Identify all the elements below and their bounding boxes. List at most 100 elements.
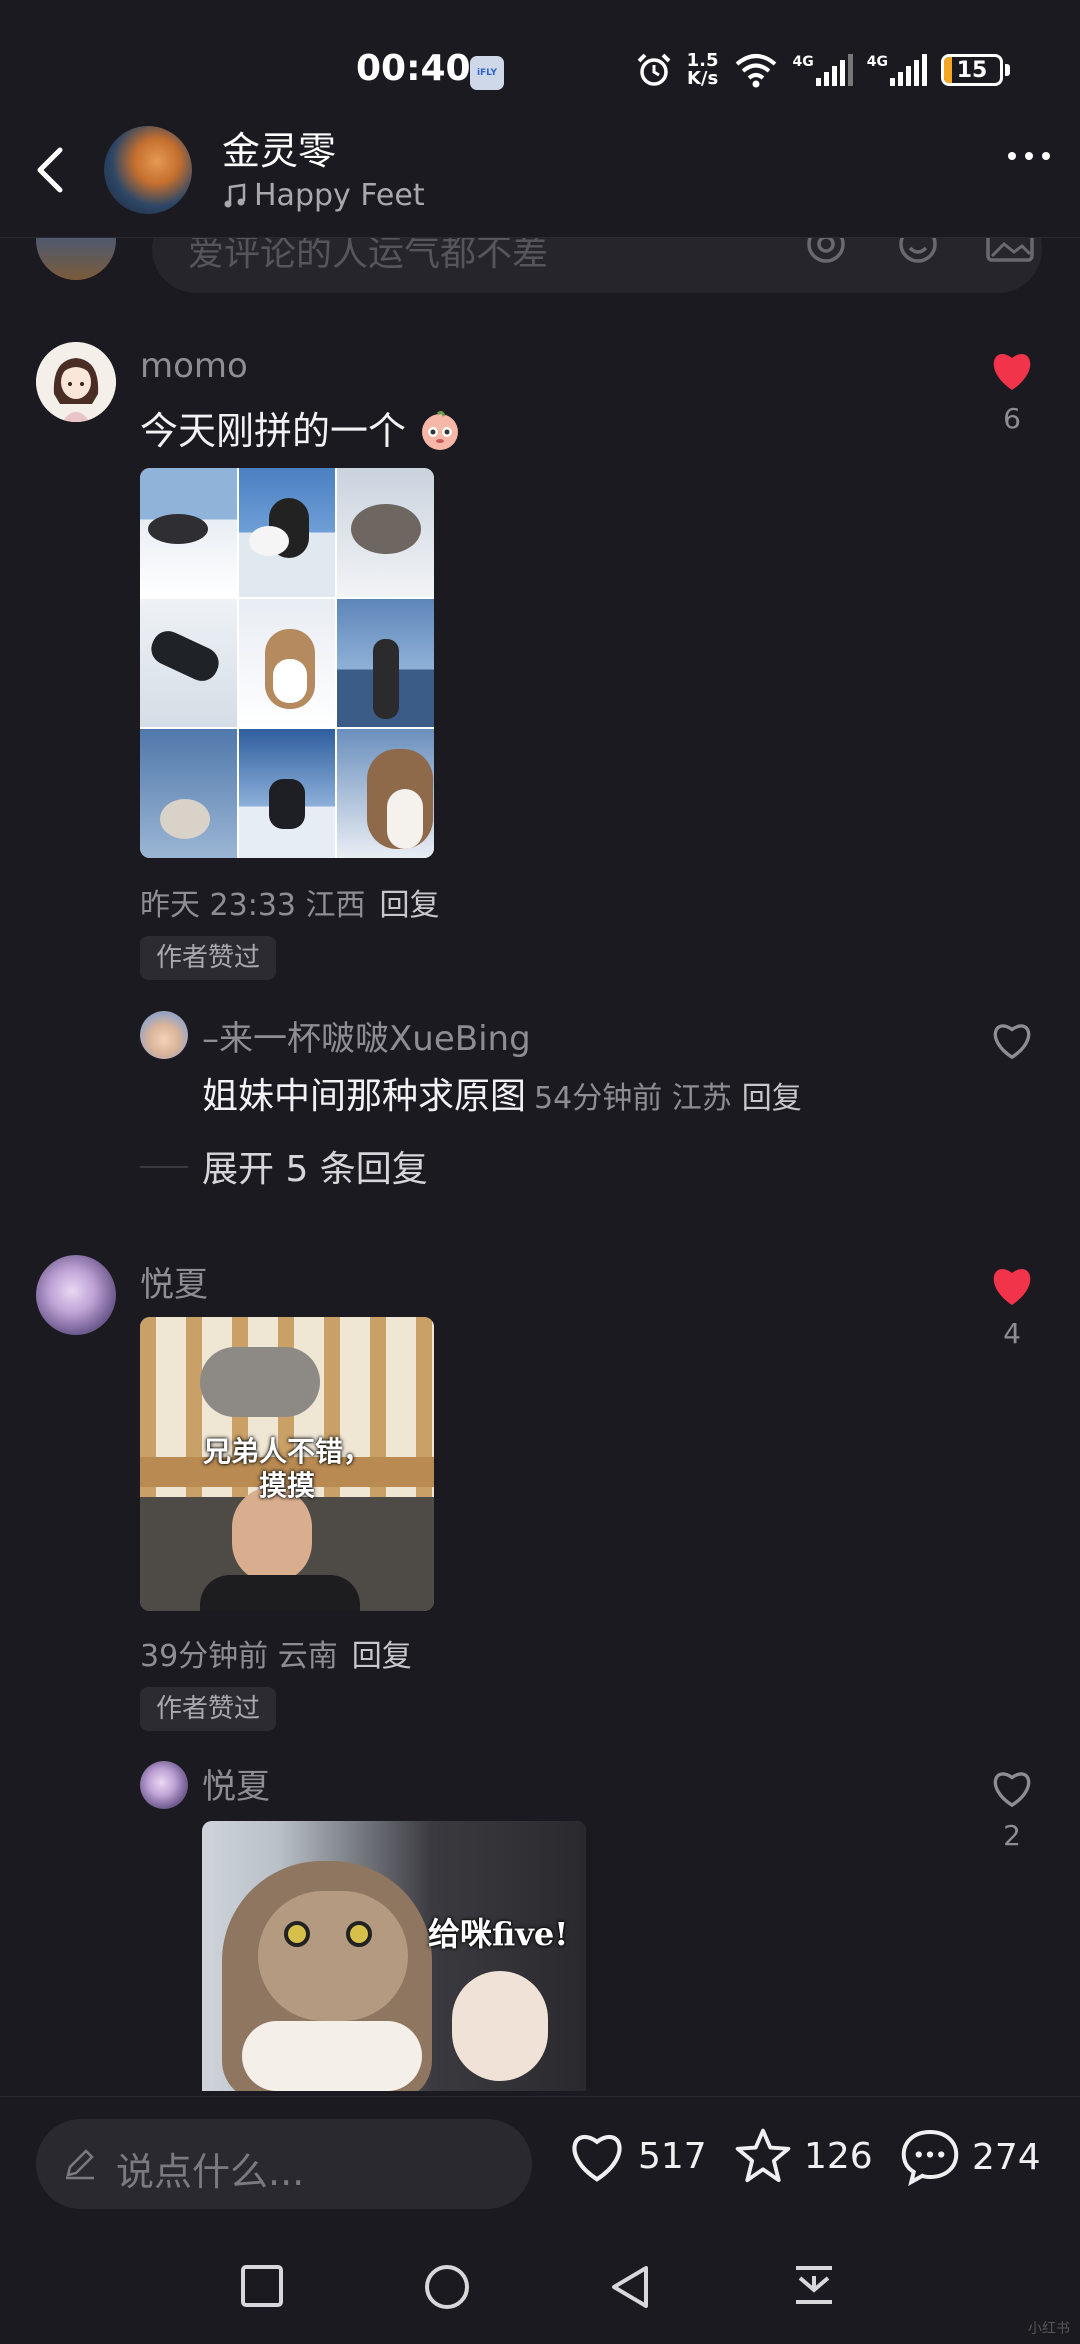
music-title: Happy Feet	[254, 178, 425, 213]
comment-meme-image[interactable]: 兄弟人不错， 摸摸	[140, 1317, 434, 1611]
signal-bars-icon	[815, 54, 853, 86]
grid-photo-cat-lake	[140, 729, 237, 858]
replier-avatar[interactable]	[140, 1011, 188, 1059]
like-stat[interactable]: 517	[566, 2127, 707, 2185]
net-speed: 1.5 K/s	[687, 52, 719, 88]
comment-input-placeholder: 说点什么...	[116, 2150, 305, 2194]
recent-apps-square-icon[interactable]	[240, 2264, 284, 2308]
battery-fill	[944, 57, 953, 83]
grid-photo-person-standing	[337, 598, 434, 728]
author-avatar[interactable]	[104, 126, 192, 214]
comment-input[interactable]: 说点什么...	[36, 2119, 532, 2209]
reply-button[interactable]: 回复	[352, 1639, 412, 1674]
author-liked-badge: 作者赞过	[140, 1687, 277, 1731]
favorite-stat[interactable]: 126	[732, 2127, 873, 2185]
author-name[interactable]: 金灵零	[222, 120, 336, 175]
alarm-icon	[637, 53, 671, 86]
girl-avatar-illustration	[36, 342, 116, 422]
commenter-avatar[interactable]	[36, 342, 116, 422]
watermark: 小红书	[1028, 2321, 1070, 2337]
status-time: 00:40	[356, 48, 471, 89]
heart-outline-icon[interactable]	[989, 1767, 1035, 1809]
grid-photo-fluffy-cat	[337, 468, 434, 597]
reply-text-content: 姐妹中间那种求原图	[202, 1076, 527, 1117]
replier-name[interactable]: 悦夏	[202, 1759, 270, 1808]
comment-bubble-icon[interactable]	[898, 2127, 962, 2187]
grid-photo-tabby-cat	[238, 598, 336, 728]
system-nav-bar: 小红书	[0, 2230, 1080, 2344]
notification-pulldown-icon[interactable]	[792, 2264, 836, 2310]
comment-text: 今天刚拼的一个	[140, 400, 462, 455]
status-icons: 1.5 K/s 4G 4G 15	[635, 48, 1010, 92]
comment-image-grid[interactable]	[140, 468, 434, 858]
more-options-icon[interactable]	[1008, 152, 1050, 160]
commenter-name[interactable]: momo	[140, 346, 248, 386]
pencil-icon	[66, 2149, 94, 2180]
comment-like[interactable]: 4	[982, 1263, 1042, 1350]
commenter-name[interactable]: 悦夏	[140, 1257, 208, 1306]
comment-meta: 昨天 23:33 江西 回复	[140, 880, 440, 924]
comment-stat[interactable]: 274	[898, 2127, 1041, 2187]
net-speed-unit: K/s	[686, 68, 719, 89]
favorite-total: 126	[804, 2135, 873, 2177]
note-header: 金灵零 Happy Feet	[0, 100, 1080, 238]
back-triangle-icon[interactable]	[608, 2264, 652, 2310]
meme-caption: 给咪five!	[428, 1915, 569, 1953]
meme2-cat-chest	[242, 2021, 422, 2091]
heart-filled-icon[interactable]	[988, 1263, 1036, 1307]
reply-like[interactable]	[982, 1019, 1042, 1065]
like-count: 2	[1003, 1819, 1021, 1852]
grid-photo-cat-closeup	[337, 729, 434, 858]
meme2-cat-paw	[452, 1971, 548, 2081]
comment-like[interactable]: 6	[982, 348, 1042, 435]
meme2-cat-face	[258, 1891, 408, 2021]
back-arrow-icon[interactable]	[30, 142, 70, 198]
heart-outline-icon[interactable]	[566, 2127, 628, 2185]
music-note-icon	[224, 183, 246, 207]
grid-photo-cat-snow	[140, 468, 237, 597]
sim1-label: 4G	[792, 54, 814, 70]
grid-photo-person-sitting	[238, 729, 336, 858]
music-tag[interactable]: Happy Feet	[224, 178, 425, 213]
replier-name[interactable]: –来一杯啵啵XueBing	[202, 1011, 531, 1060]
home-circle-icon[interactable]	[424, 2264, 470, 2310]
meme-caption-line1: 兄弟人不错，	[202, 1435, 371, 1468]
meme2-cat-eye-left	[284, 1921, 310, 1947]
comment-meta: 39分钟前 云南 回复	[140, 1631, 412, 1675]
wifi-icon	[735, 54, 776, 88]
signal-sim2: 4G	[867, 54, 927, 86]
grid-photo-person-lying	[140, 598, 237, 728]
signal-bars-icon	[890, 54, 927, 86]
peach-emoji-icon	[422, 410, 459, 450]
comment-time-location: 昨天 23:33 江西	[140, 888, 366, 923]
reply-text: 姐妹中间那种求原图 54分钟前 江苏 回复	[202, 1067, 802, 1119]
meme-caption-line2: 摸摸	[258, 1469, 315, 1502]
commenter-avatar[interactable]	[36, 1255, 116, 1335]
reply-meme-image[interactable]: 给咪five!	[202, 1821, 586, 2091]
meme-cat	[200, 1347, 320, 1417]
heart-outline-icon[interactable]	[989, 1019, 1035, 1061]
like-count: 6	[1003, 402, 1021, 435]
reply-button[interactable]: 回复	[742, 1081, 802, 1116]
battery-icon: 15	[941, 54, 1003, 86]
heart-filled-icon[interactable]	[988, 348, 1036, 392]
ifly-app-icon: iFLY	[470, 56, 504, 90]
star-outline-icon[interactable]	[732, 2127, 794, 2185]
meme2-cat-eye-right	[346, 1921, 372, 1947]
author-liked-badge: 作者赞过	[140, 936, 277, 980]
bottom-action-bar: 说点什么... 517 126 274	[0, 2096, 1080, 2224]
replier-avatar[interactable]	[140, 1761, 188, 1809]
comment-total: 274	[972, 2136, 1041, 2178]
meme-caption: 兄弟人不错， 摸摸	[140, 1435, 434, 1503]
reply-button[interactable]: 回复	[380, 888, 440, 923]
like-count: 4	[1003, 1317, 1021, 1350]
reply-time-location: 54分钟前 江苏	[534, 1081, 732, 1116]
grid-photo-person-cat	[238, 468, 336, 597]
comment-text-content: 今天刚拼的一个	[140, 409, 407, 453]
reply-like[interactable]: 2	[982, 1767, 1042, 1852]
signal-sim1: 4G	[793, 54, 853, 86]
like-total: 517	[638, 2135, 707, 2177]
sim2-label: 4G	[866, 54, 888, 70]
expand-replies-button[interactable]: 展开 5 条回复	[202, 1140, 428, 1192]
meme-man-body	[200, 1575, 360, 1611]
